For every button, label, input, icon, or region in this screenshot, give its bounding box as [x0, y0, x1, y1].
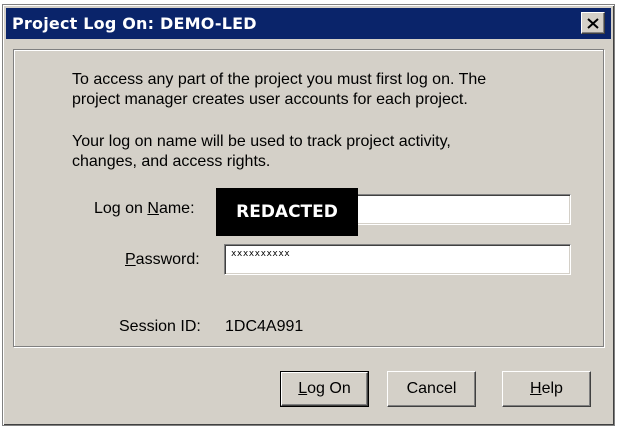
password-masked-value: xxxxxxxxxx [231, 249, 291, 259]
redacted-name-value: REDACTED [216, 188, 358, 236]
session-id-label: Session ID: [119, 318, 201, 335]
close-icon [587, 17, 599, 29]
intro-line-4: changes, and access rights. [72, 153, 271, 170]
intro-paragraph-2: Your log on name will be used to track p… [72, 132, 572, 172]
logon-name-label: Log on Name: [94, 200, 195, 217]
title-bar[interactable]: Project Log On: DEMO-LED [6, 8, 611, 39]
logon-button[interactable]: Log On [280, 371, 369, 407]
intro-line-3: Your log on name will be used to track p… [72, 133, 451, 150]
cancel-button[interactable]: Cancel [387, 371, 476, 407]
intro-line-2: project manager creates user accounts fo… [72, 91, 468, 108]
password-label: Password: [125, 251, 200, 268]
intro-line-1: To access any part of the project you mu… [72, 71, 487, 88]
close-button[interactable] [581, 12, 605, 34]
session-id-value: 1DC4A991 [225, 318, 304, 335]
intro-paragraph-1: To access any part of the project you mu… [72, 70, 572, 110]
dialog-title: Project Log On: DEMO-LED [12, 14, 257, 33]
password-field[interactable]: xxxxxxxxxx [224, 244, 571, 275]
logon-dialog: Project Log On: DEMO-LED To access any p… [2, 4, 615, 426]
help-button[interactable]: Help [502, 371, 591, 407]
